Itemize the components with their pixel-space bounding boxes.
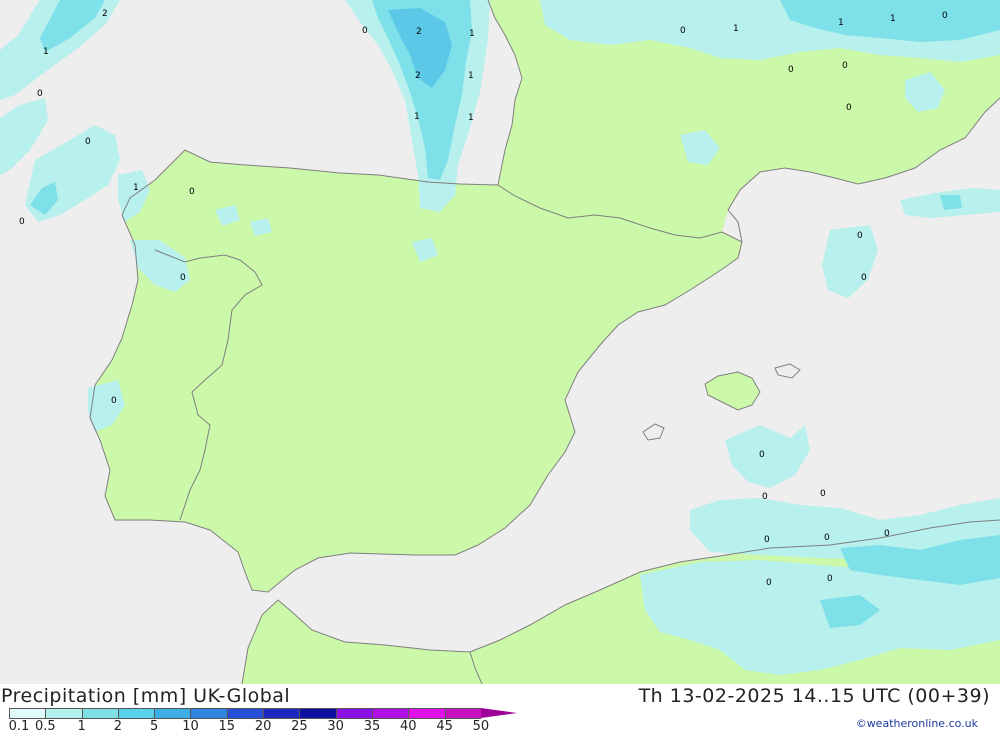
precip-value-label: 0 xyxy=(680,26,686,36)
precip-value-label: 0 xyxy=(861,273,867,283)
precip-value-label: 1 xyxy=(133,183,139,193)
colorbar-segment xyxy=(335,708,372,719)
precip-value-label: 2 xyxy=(416,27,422,37)
precip-value-label: 0 xyxy=(19,217,25,227)
precip-value-label: 1 xyxy=(414,112,420,122)
colorbar-segment xyxy=(299,708,336,719)
precip-value-label: 0 xyxy=(111,396,117,406)
precip-value-label: 0 xyxy=(180,273,186,283)
precip-value-label: 0 xyxy=(842,61,848,71)
colorbar-label: 2 xyxy=(113,719,123,734)
precip-value-label: 0 xyxy=(820,489,826,499)
precip-value-label: 1 xyxy=(468,113,474,123)
colorbar-label: 25 xyxy=(291,719,308,734)
colorbar-segment xyxy=(408,708,445,719)
colorbar-segment xyxy=(444,708,481,719)
colorbar-segment xyxy=(81,708,118,719)
precip-value-label: 2 xyxy=(415,71,421,81)
precip-value-label: 0 xyxy=(824,533,830,543)
colorbar-label: 45 xyxy=(436,719,453,734)
precip-value-label: 2 xyxy=(102,9,108,19)
colorbar-labels: 0.1 0.5 1 2 5 10 15 20 25 30 35 40 45 50 xyxy=(0,719,540,734)
colorbar-label: 20 xyxy=(254,719,272,734)
precip-value-label: 0 xyxy=(762,492,768,502)
colorbar-label: 40 xyxy=(400,719,417,734)
colorbar-label: 50 xyxy=(472,719,490,734)
colorbar-label: 10 xyxy=(182,719,199,734)
colorbar-segment xyxy=(45,708,82,719)
precip-value-label: 0 xyxy=(846,103,852,113)
colorbar-label: 30 xyxy=(327,719,344,734)
legend-footer: Precipitation [mm] UK-Global Th 13-02-20… xyxy=(0,684,1000,734)
precip-value-label: 0 xyxy=(827,574,833,584)
colorbar-segment xyxy=(190,708,227,719)
precip-value-label: 0 xyxy=(857,231,863,241)
precip-value-label: 0 xyxy=(942,11,948,21)
credit-link[interactable]: ©weatheronline.co.uk xyxy=(856,717,978,730)
precip-value-label: 1 xyxy=(468,71,474,81)
precip-value-label: 1 xyxy=(733,24,739,34)
precip-value-label: 0 xyxy=(759,450,765,460)
colorbar-label: 5 xyxy=(150,719,159,734)
precip-value-label: 0 xyxy=(362,26,368,36)
colorbar-segment xyxy=(117,708,155,719)
colorbar-segment xyxy=(371,708,409,719)
precip-value-label: 0 xyxy=(37,89,43,99)
colorbar-label: 0.1 xyxy=(8,719,30,734)
precip-value-label: 0 xyxy=(766,578,772,588)
colorbar-label: 1 xyxy=(77,719,86,734)
colorbar-segment xyxy=(226,708,264,719)
colorbar-segment xyxy=(9,708,46,719)
precip-value-label: 0 xyxy=(189,187,195,197)
precip-colorbar xyxy=(9,708,517,719)
precip-value-label: 0 xyxy=(884,529,890,539)
colorbar-arrow xyxy=(480,708,517,718)
precip-value-label: 1 xyxy=(838,18,844,28)
colorbar-segment xyxy=(154,708,191,719)
colorbar-label: 35 xyxy=(363,719,381,734)
colorbar-segment xyxy=(263,708,300,719)
precip-value-label: 1 xyxy=(43,47,49,57)
colorbar-label: 15 xyxy=(218,719,236,734)
precip-value-label: 1 xyxy=(469,29,475,39)
precip-value-label: 1 xyxy=(890,14,896,24)
precipitation-map: 2 1 0 0 0 1 0 0 0 2 1 2 1 1 1 0 1 1 1 0 … xyxy=(0,0,1000,684)
colorbar-label: 0.5 xyxy=(34,719,56,734)
precip-value-label: 0 xyxy=(788,65,794,75)
map-title: Precipitation [mm] UK-Global xyxy=(1,685,291,707)
precip-value-label: 0 xyxy=(85,137,91,147)
valid-time: Th 13-02-2025 14..15 UTC (00+39) xyxy=(638,685,990,707)
precip-value-label: 0 xyxy=(764,535,770,545)
